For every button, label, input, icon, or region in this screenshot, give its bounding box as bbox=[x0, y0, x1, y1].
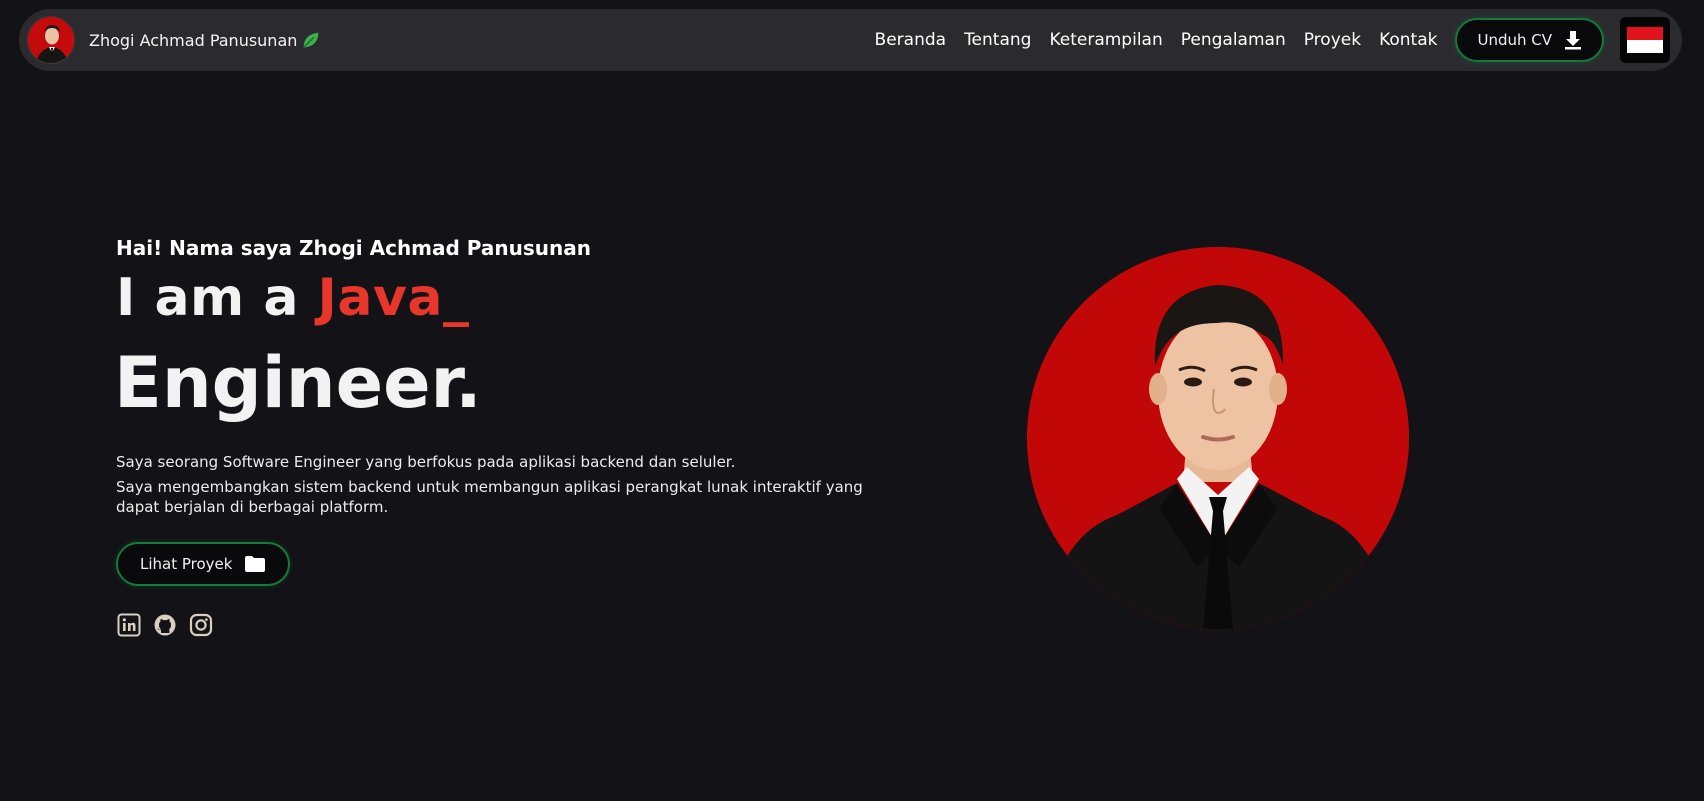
linkedin-icon[interactable] bbox=[117, 613, 141, 637]
description-line-2: Saya mengembangkan sistem backend untuk … bbox=[116, 478, 863, 516]
instagram-icon[interactable] bbox=[189, 613, 213, 637]
indonesia-flag-icon bbox=[1627, 27, 1663, 53]
nav-link-kontak[interactable]: Kontak bbox=[1379, 30, 1437, 50]
folder-icon bbox=[245, 556, 266, 572]
github-icon[interactable] bbox=[153, 613, 177, 637]
profile-portrait bbox=[1027, 247, 1409, 629]
avatar bbox=[27, 16, 75, 64]
download-icon bbox=[1565, 31, 1581, 50]
nav-links: Beranda Tentang Keterampilan Pengalaman … bbox=[875, 30, 1438, 50]
nav-link-beranda[interactable]: Beranda bbox=[875, 30, 947, 50]
brand-name-text: Zhogi Achmad Panusunan bbox=[89, 30, 298, 50]
download-cv-label: Unduh CV bbox=[1477, 31, 1552, 49]
social-links bbox=[117, 613, 213, 637]
nav-link-proyek[interactable]: Proyek bbox=[1304, 30, 1361, 50]
nav-link-keterampilan[interactable]: Keterampilan bbox=[1049, 30, 1162, 50]
download-cv-button[interactable]: Unduh CV bbox=[1455, 18, 1604, 62]
hero-role: Engineer. bbox=[114, 342, 482, 424]
headline-prefix: I am a bbox=[116, 268, 318, 328]
brand-name: Zhogi Achmad Panusunan bbox=[89, 29, 322, 51]
hero-headline: I am a Java_ bbox=[116, 268, 469, 328]
language-switcher[interactable] bbox=[1620, 17, 1670, 63]
nav-link-tentang[interactable]: Tentang bbox=[964, 30, 1031, 50]
brand[interactable]: Zhogi Achmad Panusunan bbox=[27, 16, 322, 64]
nav-link-pengalaman[interactable]: Pengalaman bbox=[1181, 30, 1286, 50]
navbar: Zhogi Achmad Panusunan Beranda Tentang K… bbox=[19, 9, 1682, 71]
headline-typed-word: Java_ bbox=[317, 268, 470, 328]
hero-description: Saya seorang Software Engineer yang berf… bbox=[116, 452, 876, 517]
hero-greeting: Hai! Nama saya Zhogi Achmad Panusunan bbox=[116, 236, 591, 260]
leaf-icon bbox=[303, 32, 319, 48]
description-line-1: Saya seorang Software Engineer yang berf… bbox=[116, 453, 736, 471]
portfolio-page: Zhogi Achmad Panusunan Beranda Tentang K… bbox=[0, 0, 1704, 801]
view-projects-button[interactable]: Lihat Proyek bbox=[116, 542, 291, 586]
view-projects-label: Lihat Proyek bbox=[140, 555, 233, 573]
